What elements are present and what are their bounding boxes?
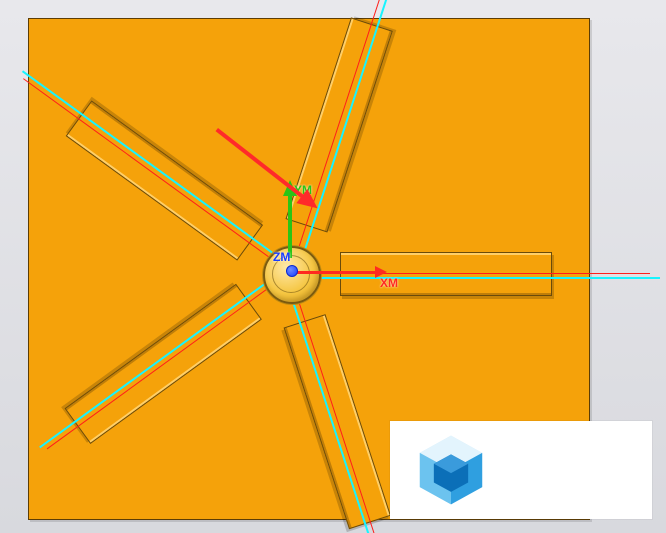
rib-instance (340, 252, 552, 296)
hex-cube-logo-icon (412, 431, 490, 509)
cad-viewport[interactable]: XM YM ZM (0, 0, 666, 533)
construction-line (290, 277, 660, 279)
x-axis-label: XM (380, 276, 398, 290)
z-axis-marker (286, 265, 298, 277)
watermark (390, 421, 652, 519)
z-axis-label: ZM (273, 250, 290, 264)
